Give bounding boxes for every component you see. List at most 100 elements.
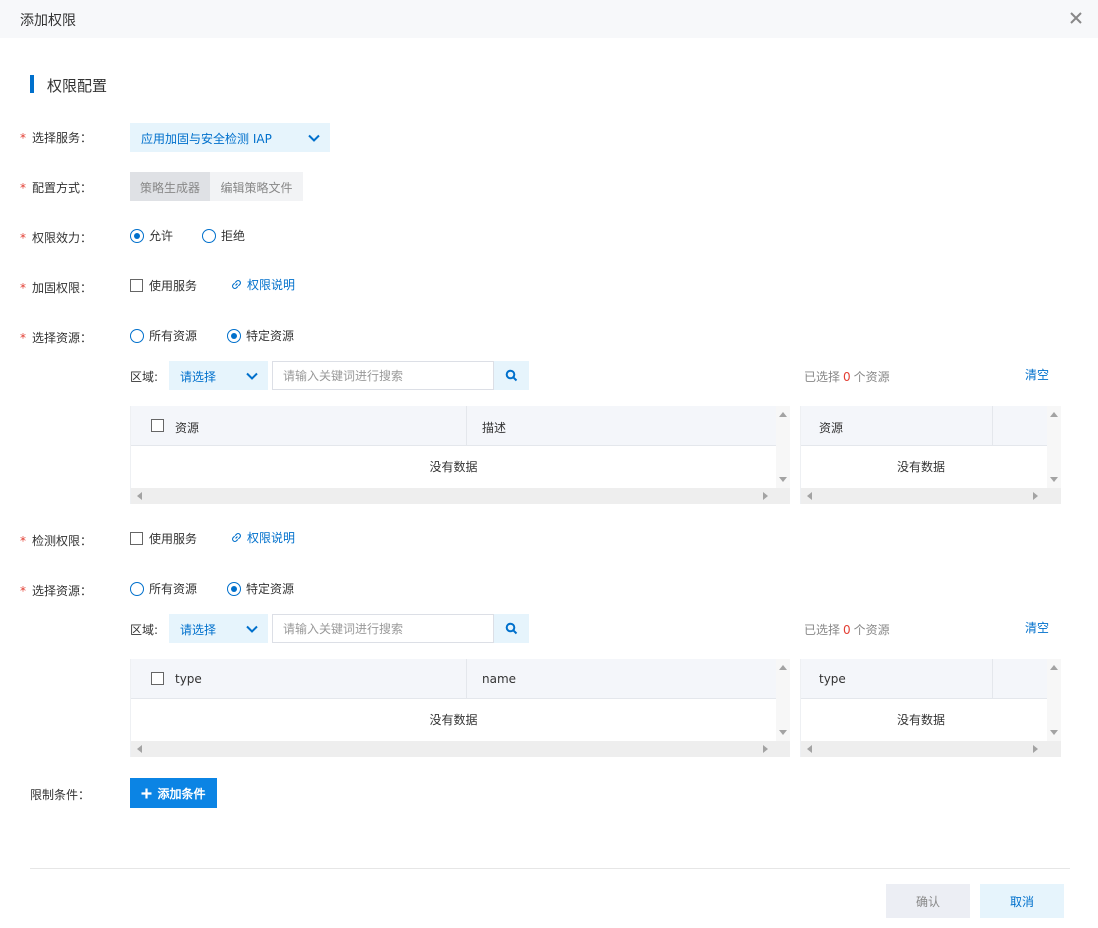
select-all-checkbox[interactable] (151, 419, 164, 432)
column-header: type (819, 672, 846, 686)
add-condition-button[interactable]: 添加条件 (130, 778, 217, 808)
table-header: type name (131, 659, 776, 699)
harden-specific-resources-radio[interactable]: 特定资源 (227, 327, 294, 344)
detect-specific-resources-radio[interactable]: 特定资源 (227, 580, 294, 597)
dialog-title: 添加权限 (20, 13, 76, 29)
required-mark: * (20, 231, 26, 245)
column-header: 资源 (175, 421, 200, 435)
radio-unchecked-icon (130, 581, 144, 596)
harden-permission-doc-link[interactable]: 权限说明 (230, 276, 295, 293)
detect-use-service-checkbox[interactable]: 使用服务 (130, 530, 197, 547)
radio-checked-icon (227, 328, 241, 343)
scroll-up-icon[interactable] (1050, 665, 1058, 670)
required-mark: * (20, 281, 26, 295)
empty-state: 没有数据 (896, 713, 945, 727)
detect-permission-doc-link[interactable]: 权限说明 (230, 529, 295, 546)
tab-policy-generator[interactable]: 策略生成器 (130, 172, 210, 201)
empty-state: 没有数据 (896, 460, 945, 474)
confirm-button[interactable]: 确认 (886, 884, 970, 918)
horizontal-scrollbar[interactable] (801, 488, 1061, 504)
harden-search-button[interactable] (494, 361, 529, 390)
conditions-label: 限制条件： (30, 788, 91, 802)
config-method-label: * 配置方式： (20, 181, 93, 195)
scroll-left-icon[interactable] (807, 745, 812, 753)
detect-region-select[interactable]: 请选择 (169, 614, 268, 643)
chevron-down-icon (308, 134, 320, 142)
checkbox-icon (130, 279, 143, 292)
scroll-down-icon[interactable] (1050, 477, 1058, 482)
scroll-up-icon[interactable] (779, 412, 787, 417)
table-header: type (801, 659, 1047, 699)
horizontal-scrollbar[interactable] (801, 741, 1061, 757)
dialog-header: 添加权限 (0, 0, 1098, 38)
table-header: 资源 描述 (131, 406, 776, 446)
harden-clear-link[interactable]: 清空 (1025, 366, 1049, 383)
detect-permission-label: * 检测权限： (20, 534, 93, 548)
scroll-up-icon[interactable] (779, 665, 787, 670)
vertical-scrollbar[interactable] (776, 659, 790, 741)
required-mark: * (20, 584, 26, 598)
horizontal-scrollbar[interactable] (131, 741, 790, 757)
scroll-right-icon[interactable] (763, 745, 768, 753)
harden-search-input[interactable] (272, 361, 494, 390)
scroll-left-icon[interactable] (807, 492, 812, 500)
harden-region-select[interactable]: 请选择 (169, 361, 268, 390)
harden-permission-label: * 加固权限： (20, 281, 93, 295)
detect-resource-table: type name 没有数据 (130, 659, 790, 757)
column-header: name (482, 672, 517, 686)
scroll-left-icon[interactable] (137, 745, 142, 753)
harden-all-resources-radio[interactable]: 所有资源 (130, 327, 197, 344)
column-header: 资源 (819, 421, 844, 435)
link-icon (232, 280, 241, 289)
chevron-down-icon (246, 625, 258, 633)
section-accent-bar (30, 75, 34, 93)
effect-allow-radio[interactable]: 允许 (130, 227, 173, 244)
section-title: 权限配置 (47, 77, 108, 95)
harden-resource-table: 资源 描述 没有数据 (130, 406, 790, 504)
detect-search-button[interactable] (494, 614, 529, 643)
empty-state: 没有数据 (429, 713, 478, 727)
detect-selected-count: 已选择 0 个资源 (804, 623, 890, 637)
tab-edit-policy-file[interactable]: 编辑策略文件 (210, 172, 303, 201)
search-icon (505, 622, 518, 635)
checkbox-icon (130, 532, 143, 545)
scroll-down-icon[interactable] (779, 477, 787, 482)
table-header: 资源 (801, 406, 1047, 446)
vertical-scrollbar[interactable] (776, 406, 790, 488)
scroll-down-icon[interactable] (779, 730, 787, 735)
required-mark: * (20, 331, 26, 345)
select-all-checkbox[interactable] (151, 672, 164, 685)
detect-all-resources-radio[interactable]: 所有资源 (130, 580, 197, 597)
close-button[interactable] (1066, 8, 1086, 28)
column-header: type (175, 672, 202, 686)
scroll-right-icon[interactable] (763, 492, 768, 500)
link-icon (232, 533, 241, 542)
scroll-right-icon[interactable] (1033, 492, 1038, 500)
service-select[interactable]: 应用加固与安全检测 IAP (130, 123, 330, 152)
scroll-up-icon[interactable] (1050, 412, 1058, 417)
vertical-scrollbar[interactable] (1047, 659, 1061, 741)
empty-state: 没有数据 (429, 460, 478, 474)
detect-selected-table: type 没有数据 (800, 659, 1061, 757)
horizontal-scrollbar[interactable] (131, 488, 790, 504)
scroll-right-icon[interactable] (1033, 745, 1038, 753)
radio-checked-icon (130, 228, 144, 243)
column-header: 描述 (482, 421, 507, 435)
harden-use-service-checkbox[interactable]: 使用服务 (130, 277, 197, 294)
scroll-left-icon[interactable] (137, 492, 142, 500)
chevron-down-icon (246, 372, 258, 380)
required-mark: * (20, 181, 26, 195)
service-select-value: 应用加固与安全检测 IAP (141, 132, 272, 146)
scroll-down-icon[interactable] (1050, 730, 1058, 735)
harden-selected-count: 已选择 0 个资源 (804, 370, 890, 384)
close-icon (1070, 12, 1082, 24)
radio-unchecked-icon (202, 228, 216, 243)
effect-deny-radio[interactable]: 拒绝 (202, 227, 245, 244)
detect-select-resource-label: * 选择资源： (20, 584, 93, 598)
detect-clear-link[interactable]: 清空 (1025, 619, 1049, 636)
search-icon (505, 369, 518, 382)
vertical-scrollbar[interactable] (1047, 406, 1061, 488)
detect-search-input[interactable] (272, 614, 494, 643)
cancel-button[interactable]: 取消 (980, 884, 1064, 918)
plus-icon (141, 788, 152, 798)
